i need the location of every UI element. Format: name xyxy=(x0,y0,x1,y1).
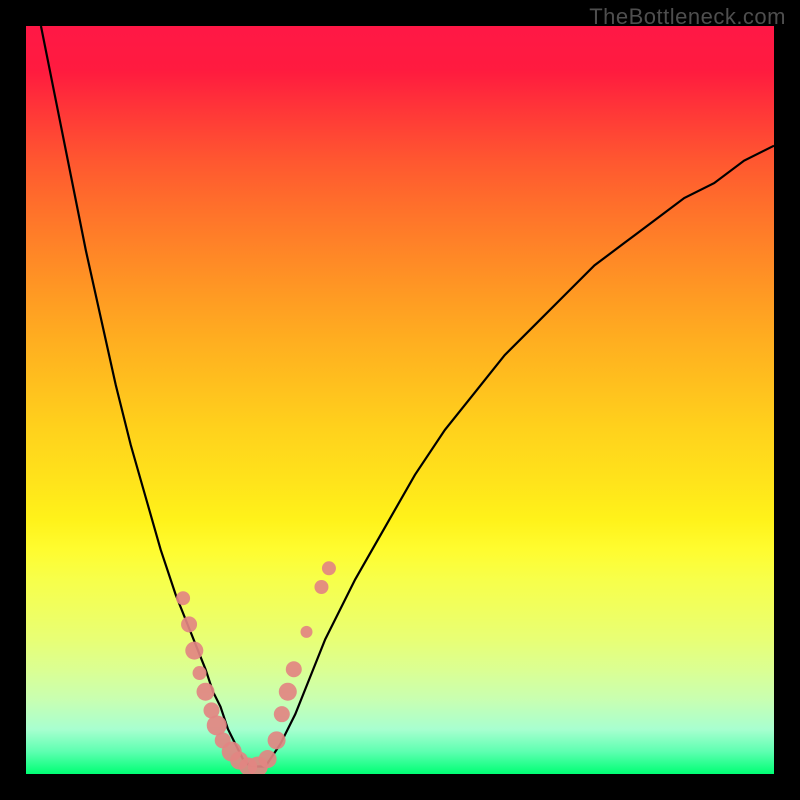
watermark-text: TheBottleneck.com xyxy=(589,4,786,30)
gradient-background xyxy=(26,26,774,774)
chart-frame: TheBottleneck.com xyxy=(0,0,800,800)
